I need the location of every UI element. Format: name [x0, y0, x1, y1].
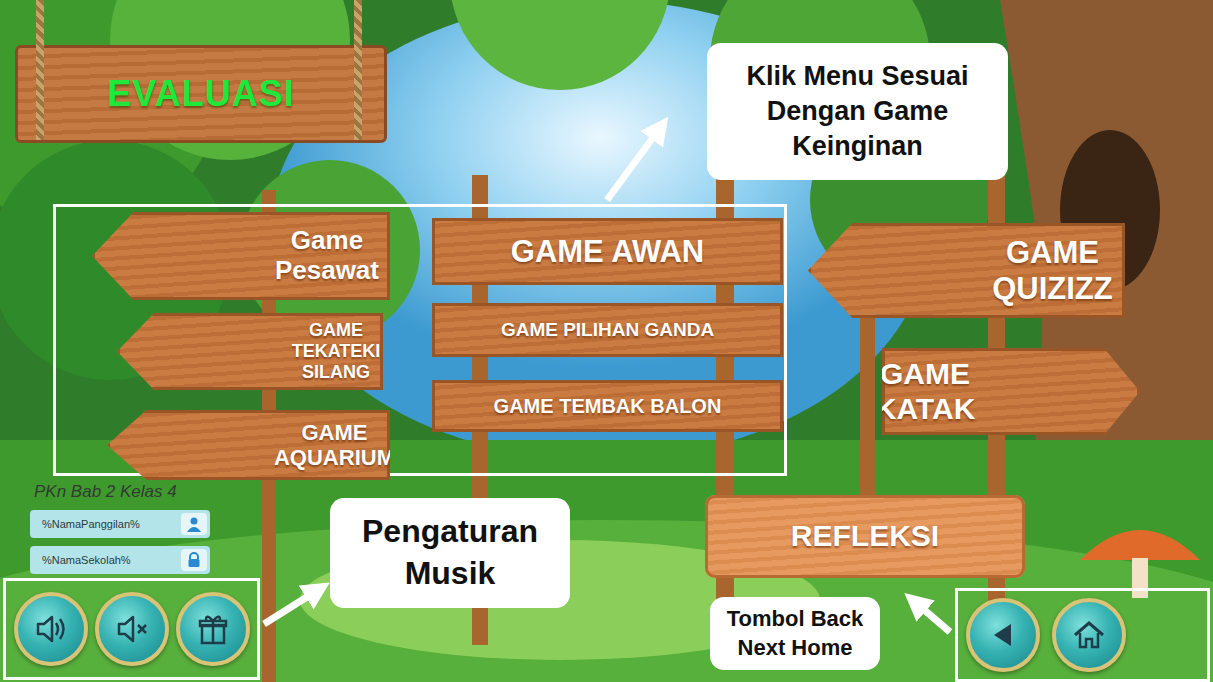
nav-button[interactable]	[1052, 598, 1126, 672]
game-menu-sign[interactable]: GAME PILIHAN GANDA	[432, 303, 783, 357]
game-menu-sign[interactable]: GAME TEKATEKI SILANG	[117, 313, 383, 390]
game-menu-sign[interactable]: GAME AQUARIUM	[107, 410, 390, 480]
user-panel: PKn Bab 2 Kelas 4 %NamaPanggilan% %NamaSek…	[30, 482, 210, 574]
home-icon	[1070, 616, 1108, 654]
music-button[interactable]	[176, 592, 250, 666]
speaker-icon	[32, 610, 70, 648]
subject-label: PKn Bab 2 Kelas 4	[34, 482, 210, 502]
game-menu-sign[interactable]: GAME KATAK	[882, 348, 1140, 435]
nav-controls	[955, 588, 1210, 682]
rope	[36, 0, 44, 140]
game-menu-sign[interactable]: GAME TEMBAK BALON	[432, 380, 783, 432]
arrow	[264, 590, 318, 624]
music-button[interactable]	[95, 592, 169, 666]
music-button[interactable]	[14, 592, 88, 666]
nav-hint-callout: Tombol Back Next Home	[710, 597, 880, 670]
user-field: %NamaPanggilan%	[30, 510, 210, 538]
mute-icon	[113, 610, 151, 648]
back-arrow-icon	[984, 616, 1022, 654]
user-field: %NamaSekolah%	[30, 546, 210, 574]
evaluation-screen: EVALUASI Game Pesawat GAME TEKATEKI SILANG…	[0, 0, 1213, 682]
music-controls	[3, 578, 260, 680]
lock-icon	[186, 552, 202, 568]
user-icon	[186, 516, 202, 532]
refleksi-sign[interactable]: REFLEKSI	[705, 495, 1025, 578]
arrow	[607, 128, 660, 200]
game-menu-sign[interactable]: Game Pesawat	[92, 212, 390, 300]
game-menu-sign[interactable]: GAME QUIZIZZ	[808, 223, 1125, 318]
title-sign: EVALUASI	[15, 45, 387, 143]
rope	[354, 0, 362, 140]
menu-hint-callout: Klik Menu Sesuai Dengan Game Keinginan	[707, 43, 1008, 180]
gift-icon	[194, 610, 232, 648]
nav-button[interactable]	[966, 598, 1040, 672]
title: EVALUASI	[107, 73, 294, 115]
arrow	[915, 602, 950, 632]
game-menu-sign[interactable]: GAME AWAN	[432, 218, 783, 285]
music-hint-callout: Pengaturan Musik	[330, 498, 570, 608]
